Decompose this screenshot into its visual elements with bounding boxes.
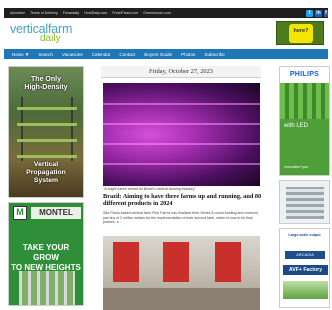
- avf-badge: AVF+ Factory: [283, 265, 328, 275]
- nav-search[interactable]: Search: [38, 52, 53, 57]
- promo-sign: here?: [289, 24, 313, 43]
- site-header: verticalfarm daily here?: [4, 18, 328, 48]
- booth-banner: [215, 242, 241, 282]
- nav-news[interactable]: News ▼: [12, 52, 29, 57]
- montel-logo-mark: M: [13, 206, 27, 220]
- grow-light-row: [103, 123, 260, 125]
- ad1-line3: Vertical: [33, 161, 59, 168]
- linkedin-icon[interactable]: in: [315, 9, 322, 17]
- twitter-icon[interactable]: t: [306, 9, 313, 17]
- booth-floor: [103, 288, 260, 310]
- lead-article-headline[interactable]: Brazil: Aiming to have three farms up an…: [103, 193, 263, 207]
- lead-article-caption: "A bright future ahead for Brazil's vert…: [103, 187, 196, 191]
- montel-tagline: TAKE YOUR GROW TO NEW HEIGHTS: [9, 243, 83, 273]
- date-header: Friday, October 27, 2023: [101, 66, 261, 78]
- nav-subscribe[interactable]: Subscribe: [204, 52, 224, 57]
- topbar-link-hortidaily[interactable]: HortiDaily.com: [84, 11, 107, 15]
- promo-label: here?: [293, 28, 309, 34]
- ad1-line1: The Only: [31, 76, 61, 83]
- rack-shelf: [17, 139, 77, 142]
- nav-contact[interactable]: Contact: [119, 52, 135, 57]
- nav-photos[interactable]: Photos: [181, 52, 195, 57]
- topbar-link-advertise[interactable]: Advertise: [10, 11, 25, 15]
- ad1-subline: Vertical Propagation System: [9, 161, 83, 185]
- topbar-link-freshplaza[interactable]: FreshPlaza.com: [112, 11, 138, 15]
- left-ad-propagation[interactable]: The Only High-Density Vertical Propagati…: [8, 66, 84, 198]
- rack-shelf: [17, 123, 77, 126]
- montel-logo-text: MONTEL: [31, 207, 81, 219]
- avf-brand-logo: ARCADIA: [285, 251, 325, 259]
- right-ad-building[interactable]: [279, 180, 330, 224]
- rack-shelf: [17, 107, 77, 110]
- facebook-icon[interactable]: f: [324, 9, 328, 17]
- nav-calendar[interactable]: Calendar: [92, 52, 111, 57]
- grow-light-row: [103, 163, 260, 165]
- philips-plants-image: [280, 83, 329, 119]
- left-ad-montel[interactable]: M MONTEL TAKE YOUR GROW TO NEW HEIGHTS: [8, 202, 84, 306]
- ad1-line4: Propagation: [26, 169, 66, 176]
- nav-vacancies[interactable]: Vacancies: [62, 52, 83, 57]
- booth-banner: [163, 242, 189, 282]
- montel-racks-image: [19, 271, 75, 305]
- grow-light-row: [103, 143, 260, 145]
- topbar-link-greenhouse[interactable]: Greenhouse.com: [143, 11, 171, 15]
- ad1-line5: System: [33, 177, 59, 184]
- philips-logo-band: PHILIPS: [280, 67, 329, 83]
- philips-logo: PHILIPS: [289, 71, 320, 78]
- utility-bar: Advertise Terms of Delivery Floraldaily …: [4, 8, 328, 18]
- nav-buyers-guide[interactable]: Buyers Guide: [144, 52, 172, 57]
- ad1-line2: High-Density: [24, 84, 68, 91]
- building-image: [286, 187, 324, 219]
- philips-message: with LED: [284, 123, 309, 129]
- grow-light-row: [103, 103, 260, 105]
- header-promo-banner[interactable]: here?: [276, 21, 324, 45]
- secondary-article-image[interactable]: [103, 236, 260, 310]
- topbar-link-terms[interactable]: Terms of Delivery: [30, 11, 58, 15]
- topbar-link-floraldaily[interactable]: Floraldaily: [63, 11, 79, 15]
- booth-banner: [113, 242, 139, 282]
- avf-headline: Large-scale output: [288, 233, 321, 237]
- ad1-headline: The Only High-Density: [9, 76, 83, 92]
- current-date: Friday, October 27, 2023: [148, 68, 213, 75]
- right-ad-philips[interactable]: PHILIPS with LED innovation+you: [279, 66, 330, 176]
- lead-article-blurb: São Paulo-based vertical farm Pink Farms…: [103, 211, 259, 225]
- avf-landscape-image: [283, 281, 328, 299]
- lead-article-image[interactable]: [103, 83, 260, 186]
- montel-tag1: TAKE YOUR GROW: [22, 243, 70, 262]
- right-ad-avf[interactable]: Large-scale output ARCADIA AVF+ Factory: [279, 228, 330, 308]
- main-nav: News ▼ Search Vacancies Calendar Contact…: [4, 49, 328, 59]
- philips-footer: innovation+you: [284, 165, 309, 169]
- rack-shelf: [17, 155, 77, 158]
- site-logo-sub[interactable]: daily: [40, 33, 61, 44]
